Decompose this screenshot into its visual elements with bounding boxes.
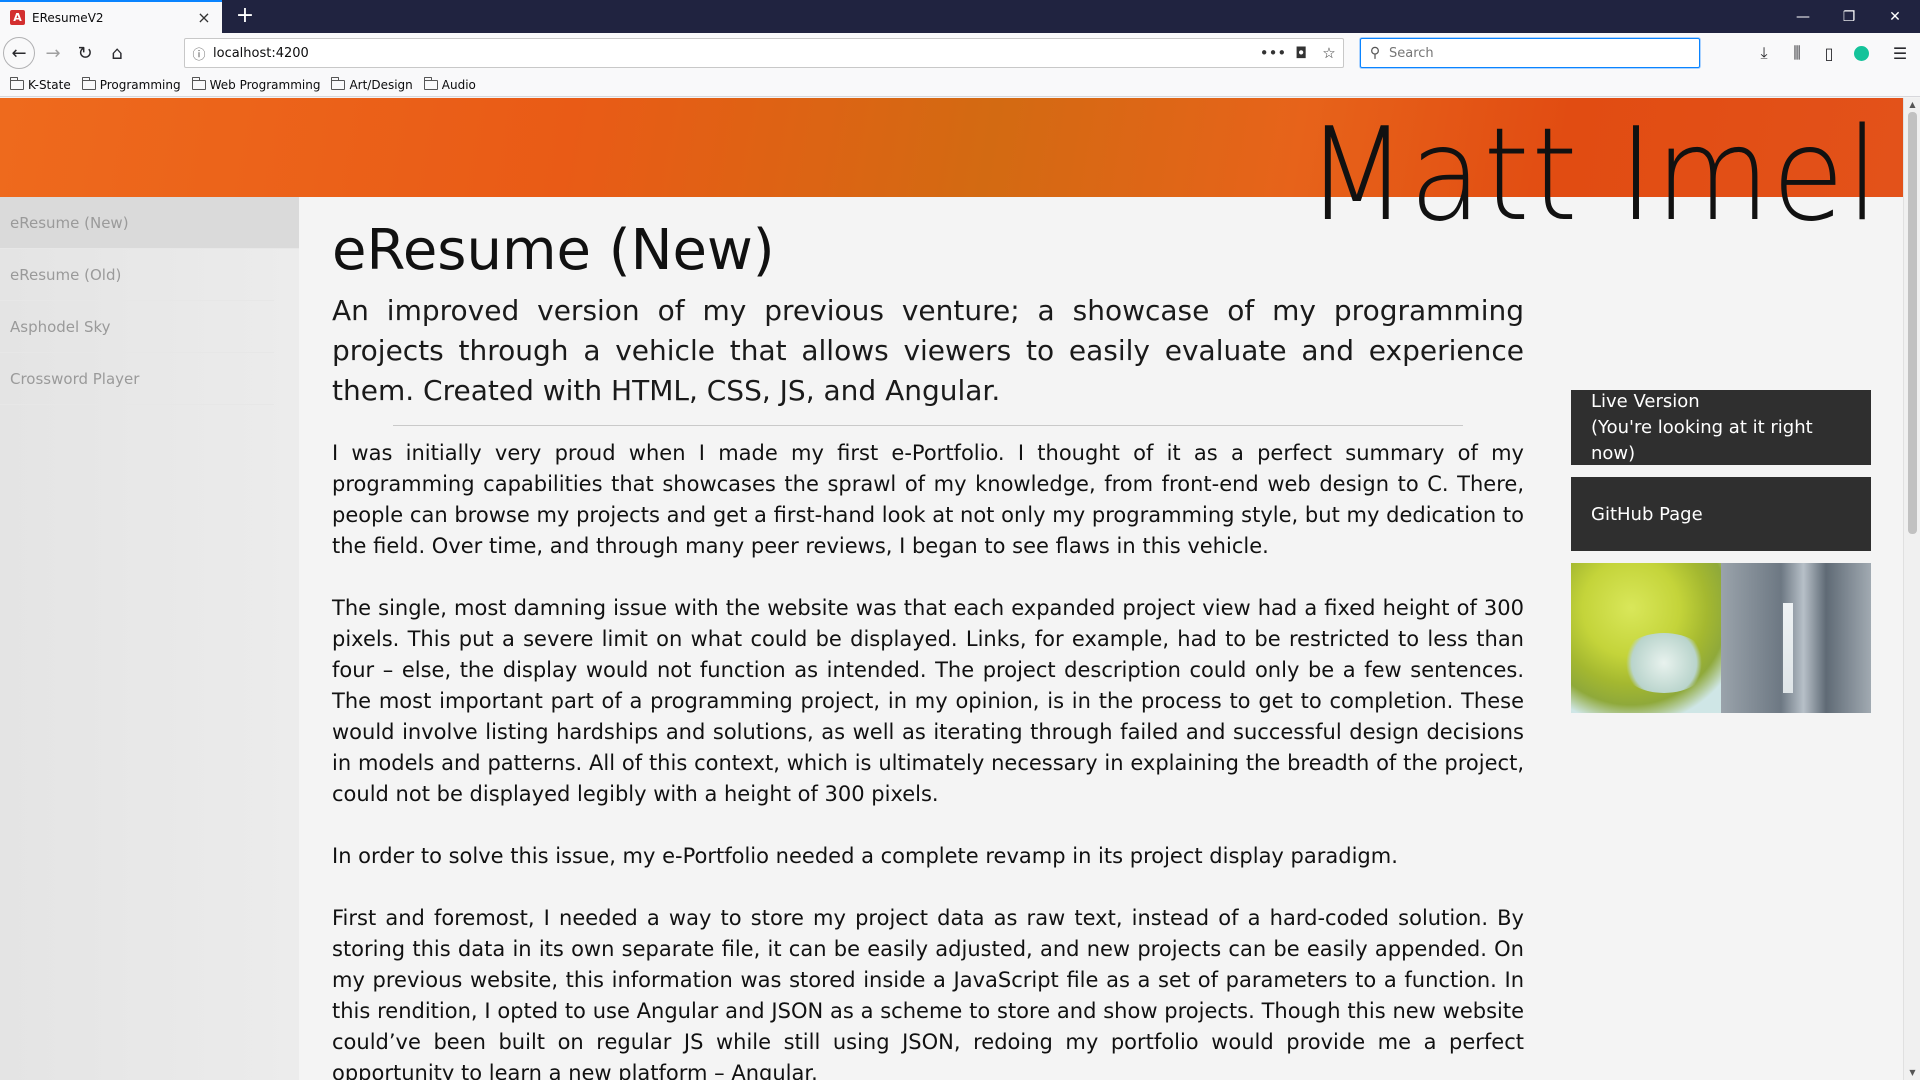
grammarly-extension-icon[interactable] [1849,41,1873,65]
folder-icon [81,76,96,90]
minimize-icon[interactable]: — [1780,0,1826,33]
body-paragraph: In order to solve this issue, my e-Portf… [332,844,1398,868]
folder-icon [191,76,206,90]
github-page-link[interactable]: GitHub Page [1571,477,1871,551]
leaf-image[interactable] [1571,563,1721,713]
forward-icon[interactable]: → [38,38,68,68]
url-bar[interactable]: ⓘ localhost:4200 ••• ◘ ☆ [184,38,1344,68]
live-version-link[interactable]: Live Version (You're looking at it right… [1571,390,1871,465]
navigation-toolbar: ← → ↻ ⌂ ⓘ localhost:4200 ••• ◘ ☆ ⚲ ⤓ ⫼ ▯… [0,33,1920,73]
sidebar-item-eresume-old[interactable]: eResume (Old) [0,249,274,301]
body-paragraph: The single, most damning issue with the … [332,596,1524,806]
search-input[interactable] [1389,45,1699,61]
project-content: eResume (New) An improved version of my … [332,197,1524,1080]
scroll-up-icon[interactable]: ▲ [1904,98,1920,112]
window-close-icon[interactable]: ✕ [1872,0,1918,33]
browser-tab[interactable]: A EResumeV2 × [0,0,222,33]
project-images [1571,563,1871,713]
sidebar-item-asphodel-sky[interactable]: Asphodel Sky [0,301,274,353]
close-tab-icon[interactable]: × [196,8,212,27]
downloads-icon[interactable]: ⤓ [1752,41,1776,65]
restore-icon[interactable]: ❐ [1826,0,1872,33]
project-summary: An improved version of my previous ventu… [332,294,1524,407]
scroll-down-icon[interactable]: ▼ [1904,1066,1920,1080]
page-actions-icon[interactable]: ••• [1259,44,1287,62]
bookmark-folder-kstate[interactable]: K-State [10,76,71,92]
waterfall-image[interactable] [1721,563,1871,713]
header-banner: Matt Imel [0,98,1903,246]
search-bar[interactable]: ⚲ [1360,38,1700,68]
pocket-icon[interactable]: ◘ [1287,44,1315,62]
angular-favicon-icon: A [10,10,25,25]
project-sidebar: eResume (New) eResume (Old) Asphodel Sky… [0,197,299,1080]
folder-icon [423,76,438,90]
library-icon[interactable]: ⫼ [1785,41,1809,65]
tab-bar: A EResumeV2 × + — ❐ ✕ [0,0,1920,33]
tab-title: EResumeV2 [32,10,104,25]
scroll-thumb[interactable] [1908,112,1917,534]
search-icon: ⚲ [1369,45,1381,61]
url-text[interactable]: localhost:4200 [213,46,1259,61]
github-page-label: GitHub Page [1591,503,1703,525]
back-icon[interactable]: ← [3,37,35,69]
web-page: Matt Imel eResume (New) eResume (Old) As… [0,98,1903,1080]
body-paragraph: I was initially very proud when I made m… [332,441,1524,558]
reload-icon[interactable]: ↻ [70,38,100,68]
sidebar-item-crossword-player[interactable]: Crossword Player [0,353,274,405]
bookmark-star-icon[interactable]: ☆ [1315,44,1343,62]
menu-icon[interactable]: ☰ [1888,41,1912,65]
bookmark-folder-audio[interactable]: Audio [423,76,476,92]
new-tab-icon[interactable]: + [231,2,259,30]
bookmark-folder-art-design[interactable]: Art/Design [331,76,413,92]
sidebar-toggle-icon[interactable]: ▯ [1817,41,1841,65]
page-scrollbar[interactable]: ▲ ▼ [1903,98,1920,1080]
site-info-icon[interactable]: ⓘ [185,44,213,63]
live-version-label: Live Version [1591,390,1700,412]
folder-icon [10,76,24,90]
bookmark-folder-web-programming[interactable]: Web Programming [191,76,320,92]
body-paragraph: First and foremost, I needed a way to st… [332,906,1524,1080]
page-title: eResume (New) [332,218,775,283]
bookmarks-toolbar: K-State Programming Web Programming Art/… [0,73,1920,97]
folder-icon [331,76,346,90]
sidebar-item-eresume-new[interactable]: eResume (New) [0,197,299,249]
live-version-note: (You're looking at it right now) [1591,416,1813,464]
bookmark-folder-programming[interactable]: Programming [81,76,181,92]
home-icon[interactable]: ⌂ [102,38,132,68]
divider [393,425,1463,426]
project-links: Live Version (You're looking at it right… [1571,390,1871,713]
